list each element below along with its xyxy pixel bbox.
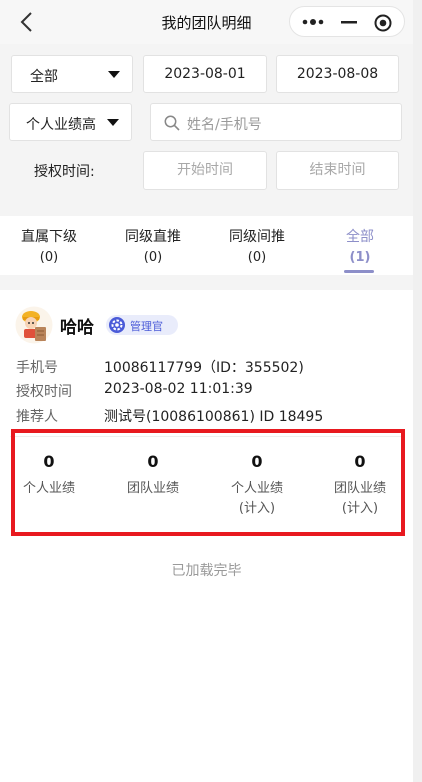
phone-value: 10086117799（ID：355502) — [104, 360, 304, 376]
mini-program-capsule — [289, 6, 405, 37]
avatar — [15, 306, 53, 344]
search-placeholder: 姓名/手机号 — [187, 117, 262, 133]
target-close-icon[interactable] — [374, 14, 392, 32]
tab-direct-subordinates[interactable]: 直属下级 (0) — [0, 226, 101, 265]
minimize-icon[interactable] — [340, 14, 358, 30]
tab-bar: 直属下级 (0) 同级直推 (0) 同级间推 (0) 全部 (1) — [0, 216, 413, 275]
load-complete-text: 已加载完毕 — [171, 563, 242, 579]
phone-label: 手机号 — [16, 360, 58, 376]
tab-count: (0) — [247, 250, 267, 265]
tab-label: 同级直推 — [125, 229, 181, 245]
sort-select-value: 个人业绩高 — [26, 117, 96, 133]
scope-select-value: 全部 — [30, 69, 58, 85]
scope-select[interactable]: 全部 — [11, 55, 133, 93]
search-icon — [164, 115, 180, 131]
auth-time-row-label: 授权时间 — [16, 384, 72, 400]
tab-peer-direct[interactable]: 同级直推 (0) — [101, 226, 205, 265]
section-divider — [0, 275, 413, 290]
page: 我的团队明细 全部 2023-08-01 2023-08-08 个人业绩高 姓名… — [0, 0, 413, 782]
date-start-picker[interactable]: 2023-08-01 — [143, 55, 267, 93]
auth-time-label: 授权时间: — [34, 164, 95, 180]
referrer-label: 推荐人 — [16, 409, 58, 425]
auth-end-picker[interactable]: 结束时间 — [276, 151, 399, 190]
tab-count: (0) — [143, 250, 163, 265]
tab-all[interactable]: 全部 (1) — [308, 226, 412, 265]
tab-count: (0) — [39, 250, 59, 265]
active-tab-indicator — [344, 270, 374, 273]
dropdown-triangle-icon — [108, 71, 120, 78]
tab-count: (1) — [349, 250, 371, 265]
member-name: 哈哈 — [60, 318, 94, 338]
badge-gear-icon — [109, 317, 125, 333]
highlight-annotation-box — [11, 429, 405, 536]
sort-select[interactable]: 个人业绩高 — [9, 103, 132, 141]
tab-peer-indirect[interactable]: 同级间推 (0) — [205, 226, 309, 265]
date-end-picker[interactable]: 2023-08-08 — [276, 55, 399, 93]
auth-start-picker[interactable]: 开始时间 — [143, 151, 267, 190]
tab-label: 直属下级 — [21, 229, 77, 245]
auth-time-value: 2023-08-02 11:01:39 — [104, 381, 253, 397]
tab-label: 同级间推 — [229, 229, 285, 245]
more-dots-icon[interactable] — [301, 14, 327, 30]
role-badge-label: 管理官 — [130, 320, 163, 333]
referrer-value: 测试号(10086100861) ID 18495 — [104, 409, 324, 425]
search-input[interactable]: 姓名/手机号 — [150, 103, 402, 141]
dropdown-triangle-icon — [107, 119, 119, 126]
navigation-bar: 我的团队明细 — [0, 0, 413, 44]
page-edge — [413, 0, 422, 782]
role-badge: 管理官 — [106, 315, 178, 335]
tab-label: 全部 — [346, 229, 374, 245]
